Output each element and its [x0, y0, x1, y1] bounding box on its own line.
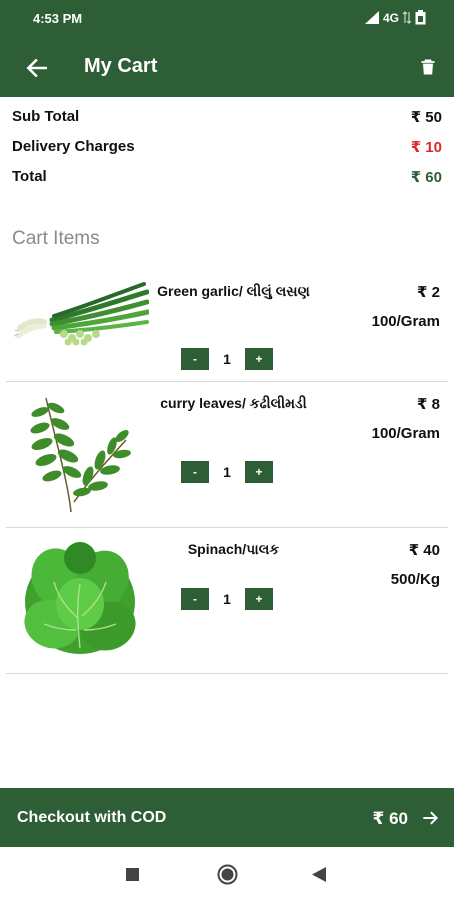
battery-icon	[415, 10, 426, 25]
item-name: Green garlic/ લીલું લસણ	[157, 283, 310, 299]
spinach-image	[24, 542, 136, 654]
cart-item: curry leaves/ કઢીલીમડી ₹ 8 100/Gram - 1 …	[6, 382, 448, 528]
item-price: ₹ 40	[408, 542, 440, 559]
delivery-value: ₹ 10	[410, 139, 442, 156]
quantity-value: 1	[223, 464, 231, 480]
network-type: 4G	[382, 10, 399, 25]
quantity-stepper: - 1 +	[181, 348, 273, 370]
arrow-left-icon[interactable]	[24, 55, 50, 81]
cart-item: Green garlic/ લીલું લસણ ₹ 2 100/Gram - 1…	[6, 268, 448, 382]
subtotal-value: ₹ 50	[410, 109, 442, 126]
checkout-amount: ₹ 60	[372, 809, 408, 828]
subtotal-row: Sub Total ₹ 50	[12, 100, 442, 130]
status-icons: 4G	[364, 10, 426, 25]
item-price: ₹ 2	[417, 284, 440, 301]
increase-quantity-button[interactable]: +	[245, 348, 273, 370]
decrease-quantity-button[interactable]: -	[181, 348, 209, 370]
item-name: Spinach/પાલક	[187, 541, 280, 557]
cart-items-heading: Cart Items	[12, 228, 100, 249]
item-name: curry leaves/ કઢીલીમડી	[160, 395, 307, 411]
arrow-right-icon	[423, 811, 439, 825]
recents-square-icon[interactable]	[126, 868, 139, 881]
quantity-value: 1	[223, 351, 231, 367]
decrease-quantity-button[interactable]: -	[181, 461, 209, 483]
back-triangle-icon[interactable]	[312, 867, 326, 882]
data-arrows-icon	[403, 11, 411, 24]
cart-item: Spinach/પાલક ₹ 40 500/Kg - 1 +	[6, 528, 448, 674]
checkout-button[interactable]: Checkout with COD ₹ 60	[0, 788, 454, 847]
total-value: ₹ 60	[410, 169, 442, 186]
item-price: ₹ 8	[417, 396, 440, 413]
item-unit: 500/Kg	[390, 571, 440, 588]
home-circle-icon[interactable]	[217, 864, 238, 885]
total-row: Total ₹ 60	[12, 160, 442, 190]
quantity-value: 1	[223, 591, 231, 607]
increase-quantity-button[interactable]: +	[245, 588, 273, 610]
delivery-row: Delivery Charges ₹ 10	[12, 130, 442, 160]
app-bar: My Cart	[0, 37, 454, 97]
total-label: Total	[12, 168, 47, 185]
subtotal-label: Sub Total	[12, 108, 80, 125]
checkout-label: Checkout with COD	[17, 809, 167, 826]
item-unit: 100/Gram	[371, 313, 440, 330]
increase-quantity-button[interactable]: +	[245, 461, 273, 483]
quantity-stepper: - 1 +	[181, 461, 273, 483]
delivery-label: Delivery Charges	[12, 138, 135, 155]
system-nav-bar	[0, 848, 454, 900]
quantity-stepper: - 1 +	[181, 588, 273, 610]
item-unit: 100/Gram	[371, 425, 440, 442]
green-garlic-image	[14, 282, 149, 346]
curry-leaves-image	[30, 397, 131, 513]
decrease-quantity-button[interactable]: -	[181, 588, 209, 610]
status-bar: 4:53 PM 4G	[0, 0, 454, 37]
signal-icon	[364, 11, 379, 24]
status-time: 4:53 PM	[33, 11, 83, 26]
page-title: My Cart	[84, 55, 158, 77]
trash-icon[interactable]	[418, 57, 438, 77]
